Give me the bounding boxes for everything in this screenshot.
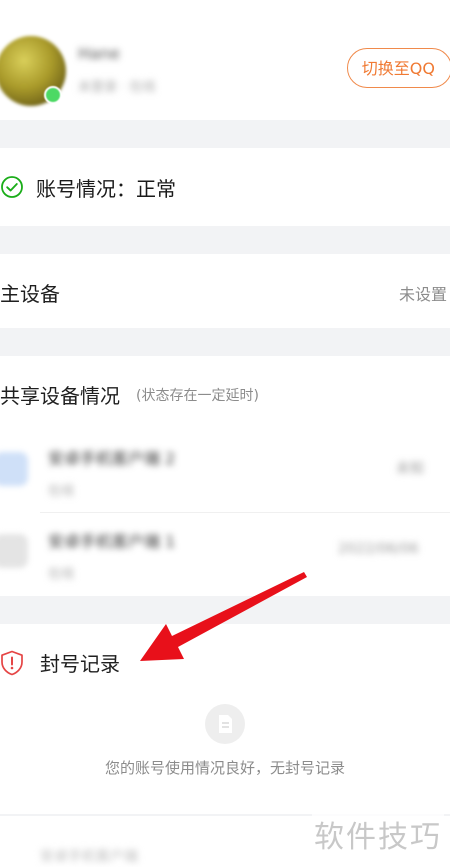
ban-record-title: 封号记录 [40, 652, 120, 676]
watermark-text: 软件技巧 [312, 810, 444, 858]
user-meta: 未登录 · 在线 [78, 80, 156, 95]
shared-device-time: 2022/06/06 [338, 541, 419, 557]
main-device-value: 未设置 [398, 285, 447, 304]
online-status-dot [44, 86, 62, 104]
bottom-blurred-text: 安卓手机客户端 [40, 849, 138, 865]
shared-device-name[interactable]: 安卓手机客户端 1 [48, 528, 175, 552]
shared-device-status: 在线 [48, 567, 75, 582]
shared-device-status: 在线 [48, 484, 75, 499]
shared-devices-note: (状态存在一定延时) [136, 388, 259, 404]
user-name: Hane [78, 44, 120, 63]
main-device-label: 主设备 [0, 282, 60, 306]
main-device-row[interactable] [0, 254, 450, 328]
shared-device-name[interactable]: 安卓手机客户端 2 [48, 445, 175, 469]
row-divider [40, 512, 450, 513]
shield-alert-icon [1, 650, 23, 676]
check-circle-icon [1, 176, 23, 198]
device-icon [0, 452, 28, 486]
account-status-label: 账号情况：正常 [36, 177, 176, 201]
top-divider-strip [0, 0, 300, 18]
device-icon [0, 534, 28, 568]
shared-device-time: 未知 [396, 461, 424, 477]
switch-to-qq-button[interactable]: 切换至QQ [346, 48, 450, 88]
empty-document-icon [205, 704, 245, 744]
ban-record-empty-text: 您的账号使用情况良好，无封号记录 [104, 759, 345, 777]
shared-devices-title: 共享设备情况 [0, 384, 120, 408]
